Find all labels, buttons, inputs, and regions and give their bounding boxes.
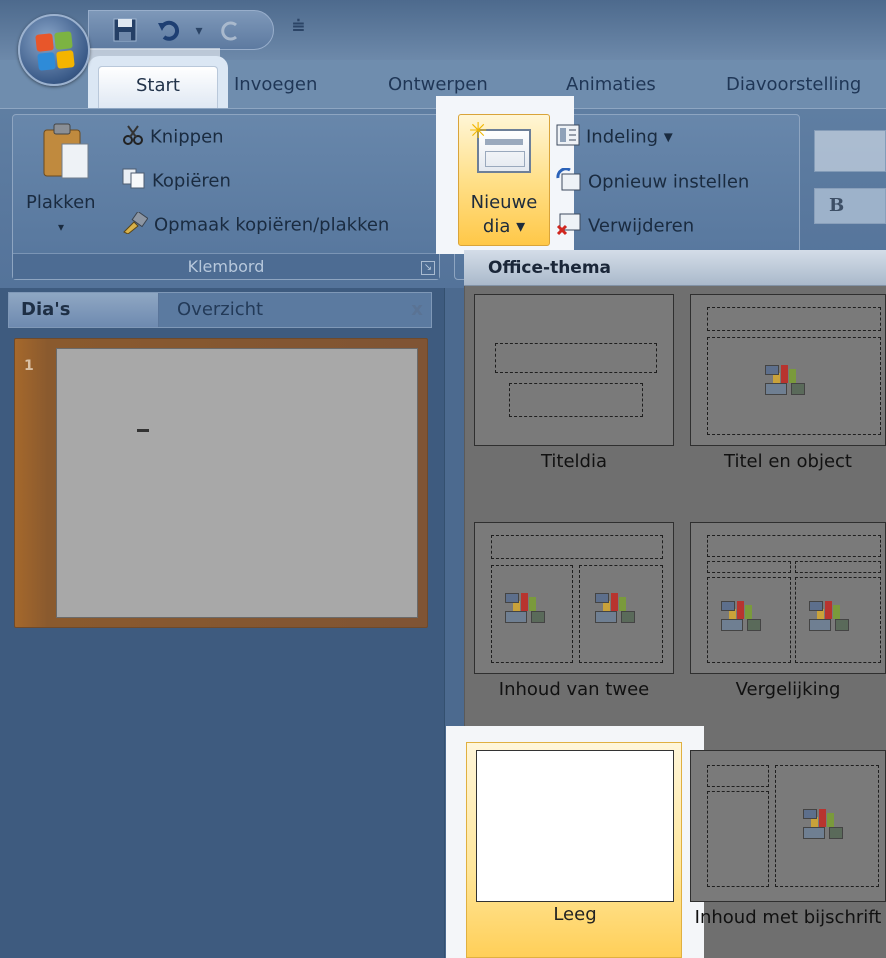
close-pane-icon[interactable]: x (405, 293, 429, 327)
new-slide-label-1: Nieuwe (470, 192, 538, 213)
pane-tabs: Dia's Overzicht x (8, 292, 432, 328)
paste-button-label[interactable]: Plakken (26, 192, 96, 213)
tab-animaties[interactable]: Animaties (566, 74, 656, 95)
reset-icon (556, 167, 582, 197)
tab-slides[interactable]: Dia's (9, 293, 159, 327)
content-icons (505, 591, 545, 623)
format-painter-label: Opmaak kopiëren/plakken (154, 214, 390, 236)
bold-button[interactable]: B (814, 188, 886, 224)
title-placeholder (495, 343, 657, 373)
tab-diavoorstelling[interactable]: Diavoorstelling (726, 74, 861, 95)
caption-text-placeholder (707, 791, 769, 887)
slide-number: 1 (24, 358, 34, 374)
cursor-mark (137, 429, 149, 432)
content-icons (721, 599, 761, 631)
paste-dropdown-icon[interactable]: ▾ (58, 220, 64, 234)
clipboard-group-label: Klembord (13, 253, 439, 279)
title-placeholder (491, 535, 663, 559)
dialog-launcher-icon[interactable]: ↘ (421, 261, 435, 275)
content-icons (803, 807, 843, 839)
delete-slide-icon (556, 212, 582, 241)
layout-label: Indeling ▾ (586, 126, 673, 148)
reset-button[interactable]: Opnieuw instellen (556, 167, 750, 197)
delete-slide-label: Verwijderen (588, 215, 695, 237)
bold-label: B (829, 195, 845, 216)
layout-label: Titel en object (724, 451, 852, 472)
title-placeholder (707, 307, 881, 331)
layout-preview (690, 294, 886, 446)
layout-preview (474, 522, 674, 674)
office-button[interactable] (18, 14, 90, 86)
copy-label: Kopiëren (152, 170, 231, 192)
slide-thumbnail[interactable] (56, 348, 418, 618)
cut-label: Knippen (150, 126, 224, 148)
format-painter-icon (122, 210, 149, 239)
scissors-icon (122, 124, 144, 151)
copy-icon (122, 168, 146, 195)
copy-button[interactable]: Kopiëren (122, 168, 231, 195)
caption-title-placeholder (707, 765, 769, 787)
redo-icon[interactable] (217, 17, 245, 45)
new-slide-label-2: dia ▾ (482, 216, 526, 237)
layout-preview (474, 294, 674, 446)
save-icon[interactable] (111, 17, 139, 45)
heading-left-placeholder (707, 561, 791, 573)
format-painter-button[interactable]: Opmaak kopiëren/plakken (122, 210, 390, 239)
tab-start[interactable]: Start (98, 66, 218, 108)
office-logo-icon (35, 31, 75, 71)
delete-slide-button[interactable]: Verwijderen (556, 212, 694, 241)
quick-access-toolbar: ▾ (88, 10, 274, 50)
customize-icon[interactable]: ⩧ (292, 14, 305, 39)
layout-preview-blank (476, 750, 674, 902)
layout-button[interactable]: Indeling ▾ (556, 124, 673, 151)
gallery-heading: Office-thema (464, 250, 886, 286)
content-icons (765, 363, 805, 395)
layout-label: Leeg (553, 904, 597, 925)
layout-label: Inhoud van twee (498, 679, 650, 700)
subtitle-placeholder (509, 383, 643, 417)
layout-label: Inhoud met bijschrift (694, 907, 882, 928)
layout-preview (690, 750, 886, 902)
reset-label: Opnieuw instellen (588, 171, 750, 193)
layout-label: Vergelijking (735, 679, 841, 700)
new-slide-button[interactable]: ✳ Nieuwe dia ▾ (458, 114, 550, 246)
heading-right-placeholder (795, 561, 881, 573)
layout-label: Titeldia (540, 451, 608, 472)
undo-dropdown-icon[interactable]: ▾ (185, 17, 213, 45)
tab-invoegen[interactable]: Invoegen (234, 74, 317, 95)
tab-outline[interactable]: Overzicht (165, 293, 305, 327)
layout-icon (556, 124, 580, 151)
sparkle-icon: ✳ (469, 119, 488, 144)
font-name-box[interactable] (814, 130, 886, 172)
cut-button[interactable]: Knippen (122, 124, 224, 151)
content-icons (809, 599, 849, 631)
tab-ontwerpen[interactable]: Ontwerpen (388, 74, 488, 95)
title-placeholder (707, 535, 881, 557)
paste-icon[interactable] (40, 122, 92, 184)
layout-preview (690, 522, 886, 674)
undo-icon[interactable] (155, 17, 183, 45)
content-icons (595, 591, 635, 623)
